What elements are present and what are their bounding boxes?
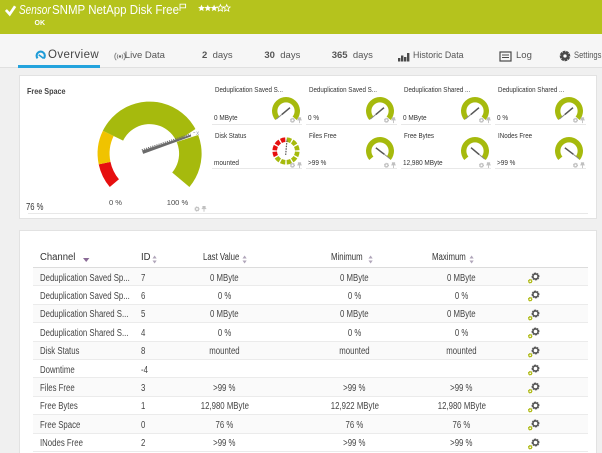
svg-text:x: x [196, 131, 199, 137]
